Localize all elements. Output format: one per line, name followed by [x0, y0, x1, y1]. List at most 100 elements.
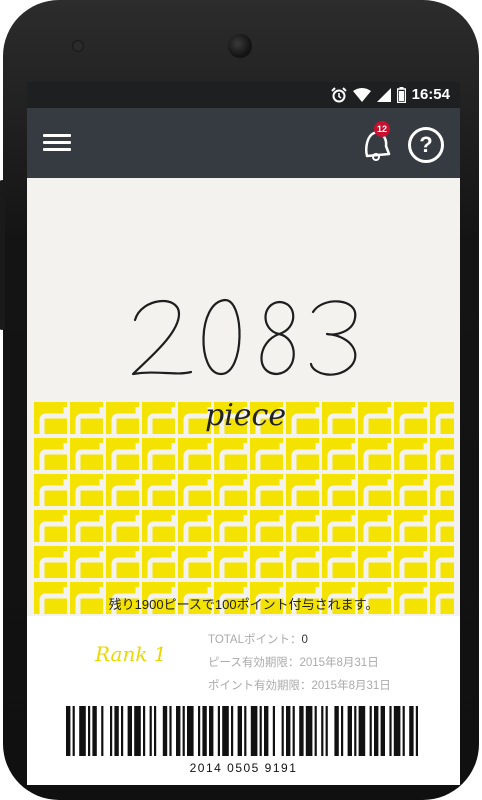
barcode-bar: [110, 706, 113, 756]
barcode-bar: [127, 706, 132, 756]
piece-tile: [250, 546, 285, 578]
help-icon[interactable]: ?: [408, 127, 444, 163]
piece-tile: [34, 402, 69, 434]
piece-tile: [394, 510, 429, 542]
barcode-bar: [321, 706, 324, 756]
piece-tile: [286, 510, 321, 542]
piece-tile: [70, 546, 105, 578]
status-bar: 16:54: [27, 82, 460, 108]
barcode-bar: [79, 706, 86, 756]
piece-tile: [142, 474, 177, 506]
barcode-bar: [169, 706, 172, 756]
piece-tile: [214, 546, 249, 578]
barcode-bar: [72, 706, 75, 756]
piece-tile: [178, 546, 213, 578]
barcode-bar: [121, 706, 124, 756]
barcode-bar: [380, 706, 385, 756]
piece-tile: [250, 510, 285, 542]
member-card: Rank 1 TOTALポイント：0 ピース有効期限：2015年8月31日 ポイ…: [27, 616, 460, 785]
barcode-bar: [244, 706, 247, 756]
piece-tile: [358, 510, 393, 542]
notifications-button[interactable]: 12: [359, 121, 393, 162]
piece-tile: [430, 510, 454, 542]
barcode-bar: [231, 706, 234, 756]
barcode-bar: [92, 706, 97, 756]
barcode-bar: [149, 706, 152, 756]
piece-tile: [70, 402, 105, 434]
front-camera: [228, 34, 252, 58]
screen: 16:54 12 ? 208: [27, 82, 460, 785]
barcode-bar: [281, 706, 284, 756]
piece-tile: [322, 510, 357, 542]
piece-tile: [394, 474, 429, 506]
piece-tile: [358, 438, 393, 470]
notification-badge: 12: [374, 121, 390, 137]
piece-tile: [70, 510, 105, 542]
piece-tile: [106, 474, 141, 506]
barcode-bar: [154, 706, 157, 756]
barcode-bar: [264, 706, 269, 756]
piece-tile: [358, 402, 393, 434]
barcode-bar: [88, 706, 91, 756]
piece-tile: [178, 438, 213, 470]
piece-tile: [358, 474, 393, 506]
piece-unit-label: piece: [205, 398, 287, 433]
piece-tile: [322, 546, 357, 578]
piece-tile: [430, 402, 454, 434]
barcode-bar: [292, 706, 295, 756]
piece-tile: [106, 546, 141, 578]
piece-tile: [34, 438, 69, 470]
piece-tile: [430, 438, 454, 470]
barcode-bar: [305, 706, 313, 756]
barcode-bar: [347, 706, 352, 756]
piece-tile: [106, 402, 141, 434]
barcode-bar: [134, 706, 141, 756]
piece-tile: [106, 510, 141, 542]
barcode-bar: [187, 706, 194, 756]
piece-expiry-row: ピース有効期限：2015年8月31日: [208, 657, 379, 669]
piece-tile: [70, 474, 105, 506]
point-info: TOTALポイント：0 ピース有効期限：2015年8月31日 ポイント有効期限：…: [208, 629, 391, 698]
piece-tile: [322, 474, 357, 506]
barcode-bar: [182, 706, 185, 756]
remaining-pieces-message: 残り1900ピースで100ポイント付与されます。: [108, 597, 379, 612]
barcode-bar: [341, 706, 344, 756]
piece-tile: [394, 402, 429, 434]
total-points-value: 0: [301, 634, 308, 646]
menu-icon[interactable]: [43, 130, 71, 154]
piece-tile: [142, 546, 177, 578]
barcode-bar: [217, 706, 220, 756]
barcode-bar: [325, 706, 328, 756]
front-sensor: [72, 40, 84, 52]
piece-tile: [286, 402, 321, 434]
barcode-bar: [272, 706, 275, 756]
barcode-bar: [415, 706, 418, 756]
barcode-bar: [259, 706, 262, 756]
barcode-bar: [374, 706, 379, 756]
piece-tile: [142, 510, 177, 542]
piece-tile: [34, 510, 69, 542]
alarm-icon: [330, 86, 347, 102]
piece-tile: [178, 510, 213, 542]
barcode-number: 2014 0505 9191: [189, 761, 298, 775]
wifi-icon: [352, 87, 371, 102]
piece-tile: [142, 438, 177, 470]
power-button: [0, 180, 5, 330]
piece-tile: [394, 546, 429, 578]
barcode-bar: [143, 706, 146, 756]
barcode-bar: [299, 706, 304, 756]
total-points-row: TOTALポイント：0: [208, 634, 308, 646]
barcode-bar: [286, 706, 291, 756]
piece-tile: [142, 402, 177, 434]
piece-tile: [214, 438, 249, 470]
status-time: 16:54: [411, 86, 450, 103]
point-expiry-row: ポイント有効期限：2015年8月31日: [208, 680, 391, 692]
piece-tile: [178, 474, 213, 506]
app-bar: 12 ?: [27, 108, 460, 178]
piece-tile: [322, 438, 357, 470]
battery-icon: [396, 86, 406, 103]
piece-tile: [34, 474, 69, 506]
barcode-bar: [176, 706, 181, 756]
barcode-bar: [334, 706, 339, 756]
barcode-bar: [202, 706, 207, 756]
